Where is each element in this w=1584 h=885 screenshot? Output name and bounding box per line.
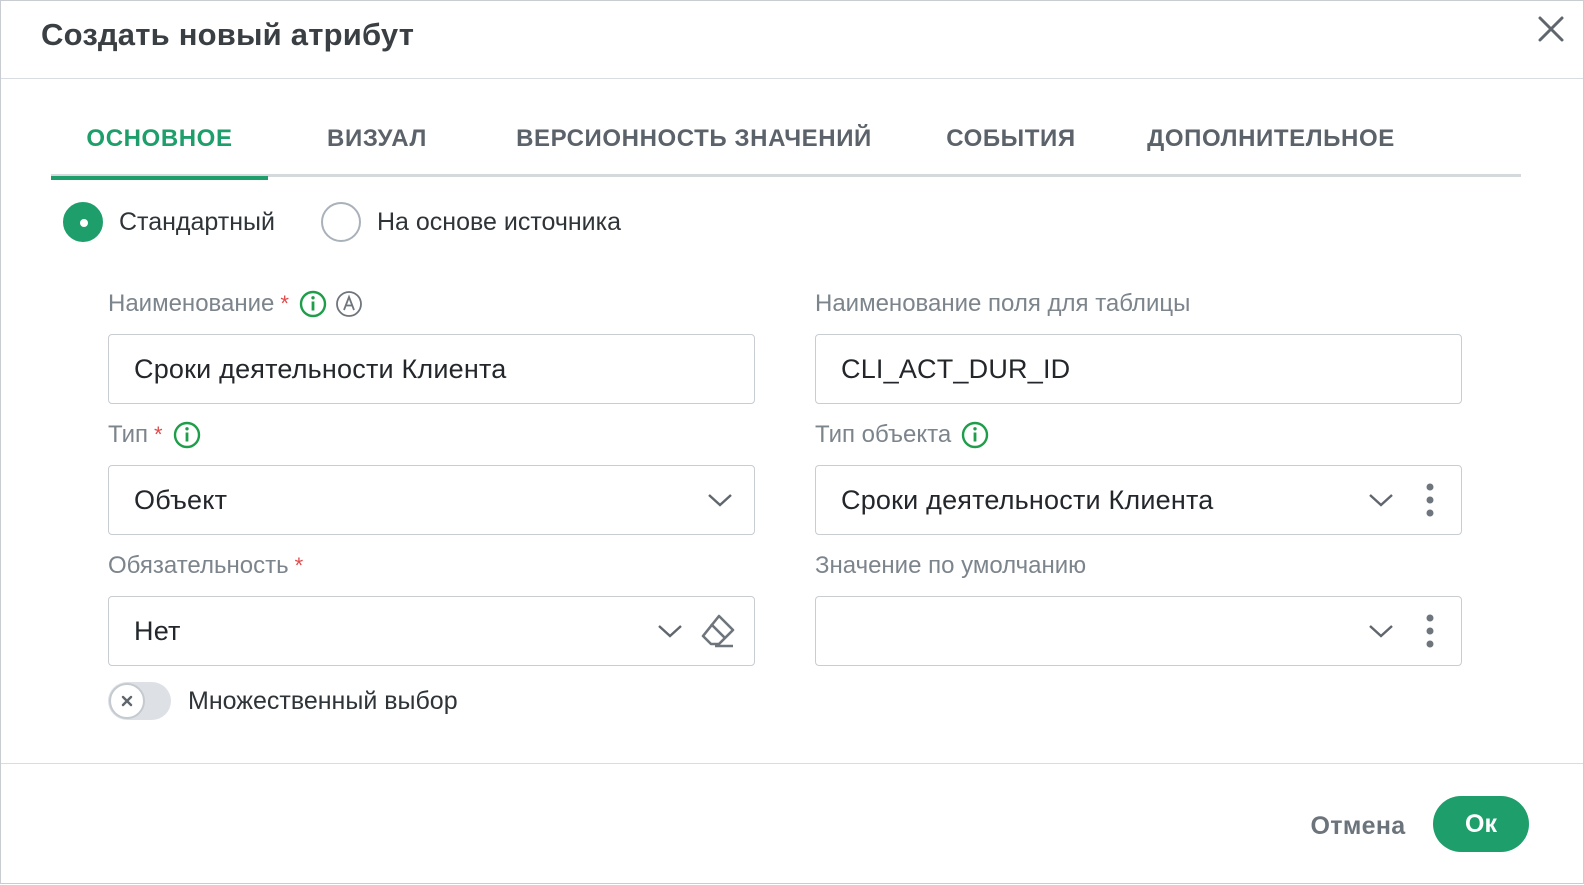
radio-source-based[interactable]: На основе источника <box>320 202 622 242</box>
name-label: Наименование * <box>108 286 363 322</box>
mandatory-label: Обязательность * <box>108 548 303 584</box>
mandatory-label-text: Обязательность <box>108 552 289 579</box>
radio-unchecked-icon[interactable] <box>320 202 361 242</box>
dialog-header: Создать новый атрибут <box>1 1 1583 79</box>
table-field-name-value: CLI_ACT_DUR_ID <box>841 353 1071 384</box>
chevron-down-icon[interactable] <box>700 480 740 520</box>
dialog-title: Создать новый атрибут <box>41 17 415 52</box>
create-attribute-dialog: Создать новый атрибут ОСНОВНОЕ ВИЗУАЛ ВЕ… <box>0 0 1584 884</box>
tab-main[interactable]: ОСНОВНОЕ <box>51 101 268 180</box>
radio-standard-label: Стандартный <box>119 207 275 236</box>
type-label-text: Тип <box>108 421 149 448</box>
type-select[interactable]: Объект <box>108 465 755 535</box>
tab-visual[interactable]: ВИЗУАЛ <box>278 101 476 177</box>
name-label-text: Наименование <box>108 290 275 317</box>
type-select-icons <box>700 480 740 520</box>
close-icon[interactable] <box>1531 9 1571 49</box>
tab-bar: ОСНОВНОЕ ВИЗУАЛ ВЕРСИОННОСТЬ ЗНАЧЕНИЙ СО… <box>51 101 1521 180</box>
chevron-down-icon[interactable] <box>1361 611 1401 651</box>
multi-select-row: Множественный выбор <box>108 681 458 721</box>
info-icon[interactable] <box>961 421 989 449</box>
required-mark: * <box>294 553 304 578</box>
required-mark: * <box>280 291 289 316</box>
dialog-footer: Отмена Ок <box>1 763 1583 885</box>
default-value-select-icons <box>1361 611 1447 651</box>
more-vertical-icon[interactable] <box>1413 480 1447 520</box>
tab-events[interactable]: СОБЫТИЯ <box>921 101 1101 177</box>
tab-additional[interactable]: ДОПОЛНИТЕЛЬНОЕ <box>1131 101 1411 177</box>
info-icon[interactable] <box>299 290 327 318</box>
more-vertical-icon[interactable] <box>1413 611 1447 651</box>
type-label: Тип * <box>108 417 201 453</box>
source-mode-radio-group: Стандартный На основе источника <box>63 201 667 243</box>
info-icon[interactable] <box>173 421 201 449</box>
mandatory-select[interactable]: Нет <box>108 596 755 666</box>
cancel-button[interactable]: Отмена <box>1301 804 1415 848</box>
required-mark: * <box>154 422 163 447</box>
ok-button[interactable]: Ок <box>1433 796 1529 852</box>
object-type-label: Тип объекта <box>815 417 989 453</box>
chevron-down-icon[interactable] <box>650 611 690 651</box>
mandatory-select-icons <box>650 609 740 653</box>
toggle-off-x-icon[interactable] <box>109 683 145 719</box>
default-value-select[interactable] <box>815 596 1462 666</box>
name-input[interactable]: Сроки деятельности Клиента <box>108 334 755 404</box>
radio-checked-icon[interactable] <box>63 202 103 242</box>
object-type-select[interactable]: Сроки деятельности Клиента <box>815 465 1462 535</box>
object-type-select-value: Сроки деятельности Клиента <box>841 484 1214 515</box>
radio-source-based-label: На основе источника <box>376 207 622 236</box>
object-type-label-text: Тип объекта <box>815 421 952 448</box>
radio-standard[interactable]: Стандартный <box>63 202 275 242</box>
table-field-name-label: Наименование поля для таблицы <box>815 286 1190 322</box>
object-type-select-icons <box>1361 480 1447 520</box>
auto-letter-a-icon[interactable] <box>335 290 363 318</box>
default-value-label: Значение по умолчанию <box>815 548 1086 584</box>
name-input-value: Сроки деятельности Клиента <box>134 353 507 384</box>
multi-select-toggle[interactable] <box>108 682 171 720</box>
table-field-name-label-text: Наименование поля для таблицы <box>815 290 1191 317</box>
eraser-icon[interactable] <box>696 609 740 653</box>
chevron-down-icon[interactable] <box>1361 480 1401 520</box>
multi-select-label: Множественный выбор <box>188 686 458 715</box>
mandatory-select-value: Нет <box>134 615 181 646</box>
table-field-name-input[interactable]: CLI_ACT_DUR_ID <box>815 334 1462 404</box>
tab-value-versioning[interactable]: ВЕРСИОННОСТЬ ЗНАЧЕНИЙ <box>501 101 887 177</box>
default-value-label-text: Значение по умолчанию <box>815 552 1087 579</box>
type-select-value: Объект <box>134 484 228 515</box>
